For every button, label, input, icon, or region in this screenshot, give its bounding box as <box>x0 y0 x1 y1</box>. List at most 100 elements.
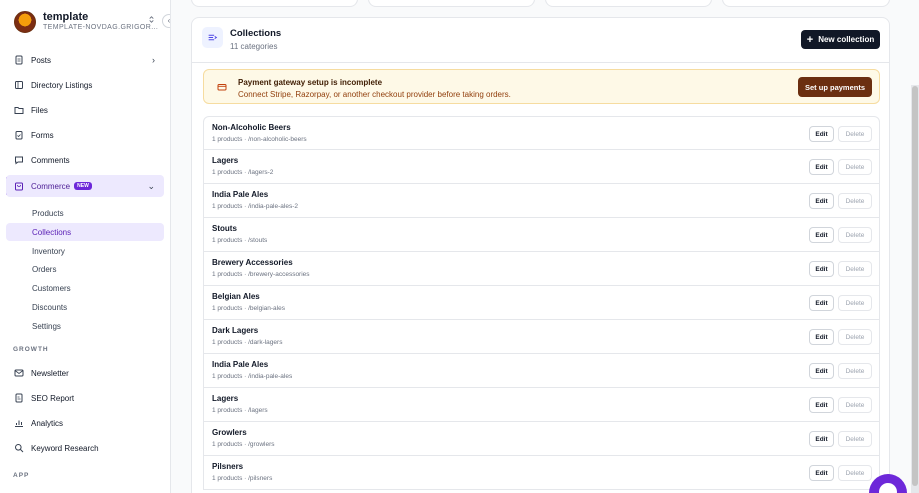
sidebar-item-label: Forms <box>31 130 54 140</box>
new-collection-button[interactable]: + New collection <box>801 30 880 49</box>
sidebar-item-forms[interactable]: Forms <box>6 124 164 146</box>
delete-button[interactable]: Delete <box>838 465 872 481</box>
collection-name: Lagers <box>212 156 239 165</box>
collection-row: Brewery Accessories 1 products · /brewery… <box>203 252 880 286</box>
collections-panel: Collections 11 categories + New collecti… <box>191 17 890 493</box>
delete-button[interactable]: Delete <box>838 363 872 379</box>
collection-row: Belgian Ales 1 products · /belgian-ales Ed… <box>203 286 880 320</box>
edit-button[interactable]: Edit <box>809 227 834 243</box>
collection-row: Lagers 1 products · /lagers-2 Edit Delete <box>203 150 880 184</box>
collection-meta: 1 products · /belgian-ales <box>212 305 285 312</box>
set-up-payments-button[interactable]: Set up payments <box>798 77 872 97</box>
sidebar-item-label: Comments <box>31 155 70 165</box>
sidebar-subitem-label: Collections <box>32 227 72 237</box>
sidebar-item-analytics[interactable]: Analytics <box>6 412 164 434</box>
document-icon <box>14 55 24 65</box>
scrollbar-thumb[interactable] <box>912 86 918 486</box>
sidebar-subitem-products[interactable]: Products <box>6 204 164 222</box>
edit-button[interactable]: Edit <box>809 126 834 142</box>
collection-row: India Pale Ales 1 products · /india-pale-… <box>203 354 880 388</box>
collection-meta: 1 products · /india-pale-ales <box>212 373 293 380</box>
collection-name: Growlers <box>212 428 247 437</box>
edit-button[interactable]: Edit <box>809 159 834 175</box>
sidebar-item-label: Analytics <box>31 418 64 428</box>
delete-button[interactable]: Delete <box>838 431 872 447</box>
edit-button[interactable]: Edit <box>809 397 834 413</box>
edit-button[interactable]: Edit <box>809 465 834 481</box>
edit-button[interactable]: Edit <box>809 261 834 277</box>
edit-button[interactable]: Edit <box>809 295 834 311</box>
sidebar-subitem-customers[interactable]: Customers <box>6 279 164 297</box>
collapse-sidebar-button[interactable]: ‹ <box>162 14 171 28</box>
sidebar-subitem-discounts[interactable]: Discounts <box>6 298 164 316</box>
edit-button[interactable]: Edit <box>809 329 834 345</box>
folder-icon <box>14 105 24 115</box>
sidebar-item-seo-report[interactable]: SEO Report <box>6 387 164 409</box>
sidebar-subitem-label: Orders <box>32 264 57 274</box>
sidebar-item-label: Directory Listings <box>31 80 93 90</box>
collection-row: Stouts 1 products · /stouts Edit Delete <box>203 218 880 252</box>
workspace-logo <box>14 11 36 33</box>
delete-button[interactable]: Delete <box>838 126 872 142</box>
edit-button[interactable]: Edit <box>809 363 834 379</box>
delete-button[interactable]: Delete <box>838 227 872 243</box>
delete-button[interactable]: Delete <box>838 329 872 345</box>
sidebar-item-files[interactable]: Files <box>6 99 164 121</box>
section-label-growth: GROWTH <box>13 346 49 353</box>
chat-icon <box>14 155 24 165</box>
stat-card <box>191 0 358 7</box>
workspace-name: template <box>43 11 89 23</box>
collection-meta: 1 products · /dark-lagers <box>212 339 283 346</box>
sidebar-item-label: SEO Report <box>31 393 75 403</box>
sidebar-item-newsletter[interactable]: Newsletter <box>6 362 164 384</box>
sidebar-item-commerce[interactable]: Commerce NEW ⌄ <box>6 175 164 197</box>
delete-button[interactable]: Delete <box>838 261 872 277</box>
sidebar-item-label: Keyword Research <box>31 443 99 453</box>
sidebar-item-label: Files <box>31 105 48 115</box>
search-icon <box>14 443 24 453</box>
sidebar-item-keyword-research[interactable]: Keyword Research <box>6 437 164 459</box>
sidebar-subitem-label: Settings <box>32 321 61 331</box>
sidebar-item-comments[interactable]: Comments <box>6 149 164 171</box>
edit-button[interactable]: Edit <box>809 431 834 447</box>
collection-name: India Pale Ales <box>212 360 269 369</box>
sidebar-item-directory-listings[interactable]: Directory Listings <box>6 74 164 96</box>
delete-button[interactable]: Delete <box>838 295 872 311</box>
collection-row: Lagers 1 products · /lagers Edit Delete <box>203 388 880 422</box>
sidebar: template TEMPLATE-NOVDAG.GRIGOR... ‹ Pos… <box>0 0 171 493</box>
chevron-left-icon: ‹ <box>167 16 171 25</box>
chevron-right-icon: › <box>152 55 155 65</box>
report-icon <box>14 393 24 403</box>
collection-meta: 1 products · /lagers <box>212 407 268 414</box>
plus-icon: + <box>806 33 814 46</box>
delete-button[interactable]: Delete <box>838 159 872 175</box>
sidebar-subitem-label: Discounts <box>32 302 68 312</box>
workspace-switcher[interactable]: template TEMPLATE-NOVDAG.GRIGOR... <box>0 0 170 44</box>
divider <box>192 62 889 63</box>
sidebar-subitem-settings[interactable]: Settings <box>6 317 164 335</box>
sidebar-item-label: Newsletter <box>31 368 69 378</box>
collection-name: Brewery Accessories <box>212 258 293 267</box>
book-icon <box>14 80 24 90</box>
collection-name: Stouts <box>212 224 237 233</box>
payment-alert: Payment gateway setup is incomplete Conn… <box>203 69 880 104</box>
delete-button[interactable]: Delete <box>838 193 872 209</box>
sidebar-subitem-inventory[interactable]: Inventory <box>6 242 164 260</box>
edit-button[interactable]: Edit <box>809 193 834 209</box>
chart-icon <box>14 418 24 428</box>
stat-card <box>368 0 535 7</box>
collections-count: 11 categories <box>230 42 278 51</box>
sidebar-item-posts[interactable]: Posts › <box>6 49 164 71</box>
delete-button[interactable]: Delete <box>838 397 872 413</box>
collection-name: Belgian Ales <box>212 292 260 301</box>
collection-meta: 1 products · /non-alcoholic-beers <box>212 136 307 143</box>
sidebar-subitem-orders[interactable]: Orders <box>6 260 164 278</box>
collection-meta: 1 products · /growlers <box>212 441 275 448</box>
sidebar-subitem-label: Inventory <box>32 246 65 256</box>
collection-meta: 1 products · /brewery-accessories <box>212 271 310 278</box>
workspace-subtitle: TEMPLATE-NOVDAG.GRIGOR... <box>43 24 159 31</box>
sidebar-item-label: Commerce <box>31 181 71 191</box>
clipboard-icon <box>14 130 24 140</box>
collection-name: Lagers <box>212 394 239 403</box>
sidebar-subitem-collections[interactable]: Collections <box>6 223 164 241</box>
